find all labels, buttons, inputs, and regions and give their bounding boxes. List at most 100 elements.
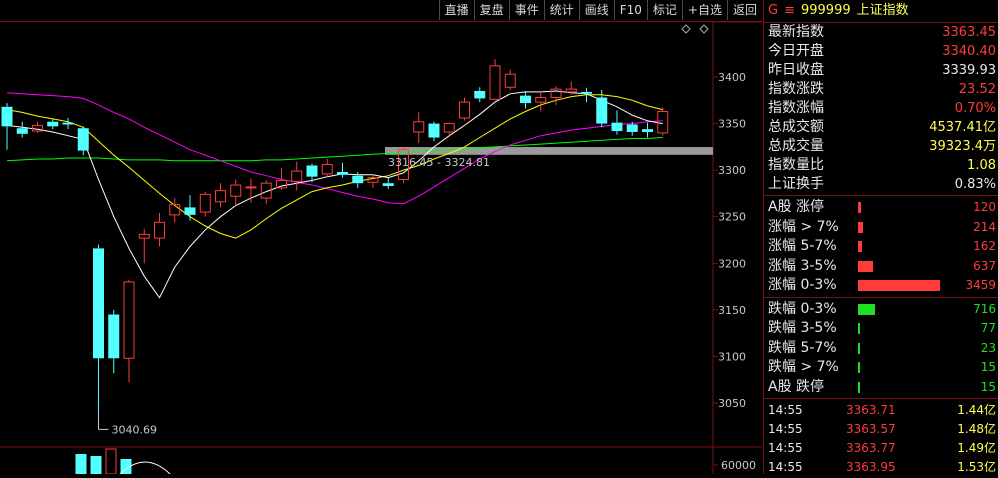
volume-bar <box>75 454 87 474</box>
candle-body <box>565 88 577 93</box>
diamond-icon <box>681 24 691 34</box>
quote-row: 今日开盘 3340.40 <box>764 42 998 61</box>
breadth-bar <box>858 221 863 233</box>
y-tick-label: 3300 <box>718 164 746 177</box>
ma10-line <box>6 94 663 239</box>
quote-value: 1.08 <box>967 158 996 173</box>
toolbar-button[interactable]: 返回 <box>726 0 762 20</box>
toolbar-button[interactable]: +自选 <box>681 0 727 20</box>
kline-chart[interactable]: 3040.69 3316.45 - 3324.81 3400 3350 3300 325… <box>0 21 762 475</box>
kline-chart-area[interactable]: 3040.69 3316.45 - 3324.81 3400 3350 3300 325… <box>0 21 762 475</box>
breadth-down: 跌幅 0-3% 716 跌幅 3-5% 77 跌幅 5-7% 23 跌幅 > 7% 15 A股 … <box>764 298 998 399</box>
quote-value: 4537.41亿 <box>929 120 996 135</box>
breadth-row: 涨幅 0-3% 3459 <box>764 276 998 296</box>
quote-row: 总成交额 4537.41亿 <box>764 118 998 137</box>
candle-body <box>352 175 364 184</box>
toolbar-button[interactable]: F10 <box>613 0 647 20</box>
breadth-value: 3459 <box>965 278 996 292</box>
group-label[interactable]: G <box>768 3 778 18</box>
index-name: 上证指数 <box>856 3 909 18</box>
toolbar-button[interactable]: 统计 <box>543 0 579 20</box>
quote-label: 今日开盘 <box>768 43 824 59</box>
y-tick-label: 3400 <box>718 71 746 84</box>
quote-value: 3339.93 <box>942 63 996 78</box>
breadth-value: 15 <box>980 379 996 394</box>
chart-toolbar: 直播 复盘 事件 统计 画线 F10 标记 +自选 返回 <box>0 0 762 22</box>
candle-body <box>428 123 440 138</box>
tick-price: 3363.95 <box>846 460 896 474</box>
candle-body <box>337 172 348 175</box>
quote-row: 昨日收盘 3339.93 <box>764 61 998 80</box>
candle-body <box>611 122 623 132</box>
y-tick-label: 3200 <box>718 257 746 270</box>
breadth-label: A股 跌停 <box>768 378 825 395</box>
quote-value: 3363.45 <box>942 25 996 40</box>
breadth-bar <box>858 260 873 272</box>
candle-body <box>138 233 150 239</box>
tick-price: 3363.57 <box>846 422 896 436</box>
candle-body <box>596 97 608 124</box>
breadth-label: A股 涨停 <box>768 199 825 215</box>
breadth-row: 涨幅 > 7% 214 <box>764 218 998 238</box>
candle-body <box>581 91 592 94</box>
candle-body <box>413 121 425 133</box>
breadth-value: 716 <box>973 301 996 316</box>
tick-amount: 1.49亿 <box>957 441 996 455</box>
candle-body <box>230 184 242 197</box>
breadth-label: 跌幅 > 7% <box>768 359 839 375</box>
breadth-bar <box>858 202 861 213</box>
quote-label: 最新指数 <box>768 24 824 40</box>
candle-body <box>489 65 501 100</box>
quote-value: 39323.4万 <box>929 139 996 154</box>
breadth-value: 162 <box>973 239 996 253</box>
tick-amount: 1.44亿 <box>957 403 996 417</box>
toolbar-button[interactable]: 直播 <box>438 0 474 20</box>
candle-body <box>154 221 165 239</box>
quote-value: 0.83% <box>954 177 996 192</box>
toolbar-button[interactable]: 事件 <box>508 0 544 20</box>
tick-row: 14:55 3363.95 1.53亿 <box>764 458 998 477</box>
toolbar-button[interactable]: 标记 <box>646 0 682 20</box>
candle-body <box>291 170 303 182</box>
low-annotation: 3040.69 <box>112 423 158 436</box>
toolbar-button[interactable]: 复盘 <box>473 0 509 20</box>
breadth-bar <box>858 241 862 252</box>
breadth-label: 涨幅 3-5% <box>768 257 837 274</box>
candle-body <box>321 164 333 175</box>
tick-price: 3363.77 <box>846 441 896 455</box>
breadth-value: 637 <box>973 258 996 273</box>
y-tick-label: 3050 <box>718 397 746 410</box>
quote-value: 23.52 <box>958 82 996 97</box>
candle-body <box>77 128 89 151</box>
candle-body <box>123 281 135 359</box>
y-tick-label: 3350 <box>718 118 746 131</box>
toolbar-button[interactable]: 画线 <box>578 0 614 20</box>
candle-body <box>169 204 181 216</box>
quote-row: 上证换手 0.83% <box>764 175 998 194</box>
candle-body <box>382 183 394 186</box>
breadth-value: 214 <box>973 219 996 234</box>
quote-stats: 最新指数 3363.45 今日开盘 3340.40 昨日收盘 3339.93 指数涨跌 23.… <box>764 23 998 196</box>
quote-value: 0.70% <box>954 101 996 116</box>
tick-list: 14:55 3363.71 1.44亿 14:55 3363.57 1.48亿 14:55 3… <box>764 399 998 477</box>
breadth-row: 跌幅 3-5% 77 <box>764 319 998 339</box>
candle-body <box>108 314 120 359</box>
candle-body <box>504 73 516 88</box>
menu-icon[interactable]: ≡ <box>784 3 795 18</box>
quote-label: 指数量比 <box>768 157 824 173</box>
tick-time: 14:55 <box>768 403 803 417</box>
breadth-value: 23 <box>980 340 996 355</box>
quote-value: 3340.40 <box>942 44 996 59</box>
quote-panel: G ≡ 999999 上证指数 最新指数 3363.45 今日开盘 3340.40 昨日收盘 3… <box>763 0 998 474</box>
candle-body <box>474 90 486 99</box>
breadth-value: 77 <box>980 321 996 335</box>
candle-body <box>16 128 28 134</box>
candle-body <box>550 88 562 98</box>
quote-header: G ≡ 999999 上证指数 <box>764 0 998 23</box>
candle-body <box>215 190 226 203</box>
breadth-label: 涨幅 0-3% <box>768 277 837 293</box>
candle-body <box>93 248 104 359</box>
toolbar-buttons: 直播 复盘 事件 统计 画线 F10 标记 +自选 返回 <box>438 0 762 21</box>
volume-bar <box>90 456 102 474</box>
candle-body <box>626 124 638 132</box>
